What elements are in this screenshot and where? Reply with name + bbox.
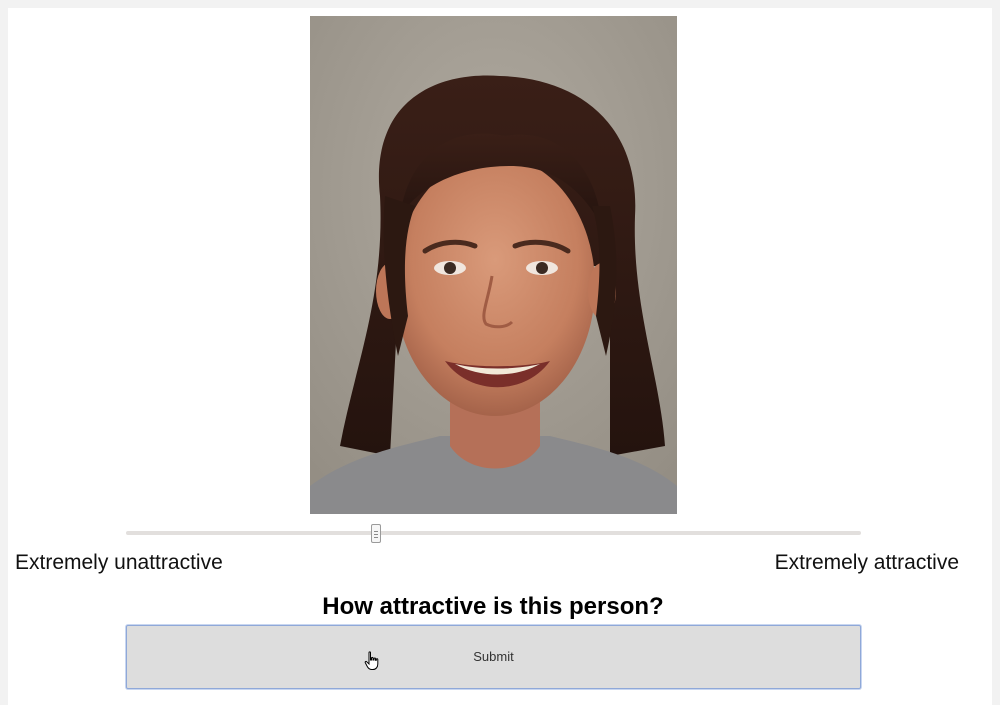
slider-thumb[interactable] bbox=[370, 524, 381, 543]
slider-max-label: Extremely attractive bbox=[774, 551, 959, 574]
submit-label: Submit bbox=[473, 649, 514, 664]
grip-line bbox=[373, 534, 378, 535]
grip-line bbox=[373, 531, 378, 532]
grip-line bbox=[373, 537, 378, 538]
slider-track[interactable] bbox=[126, 531, 861, 535]
hand-pointer-icon bbox=[364, 651, 379, 670]
page-background: Extremely unattractive Extremely attract… bbox=[0, 0, 1000, 705]
slider-min-label: Extremely unattractive bbox=[15, 551, 223, 574]
face-photo bbox=[310, 16, 677, 514]
submit-button[interactable]: Submit bbox=[126, 625, 861, 689]
rating-slider[interactable] bbox=[126, 524, 861, 544]
question-heading: How attractive is this person? bbox=[322, 593, 664, 620]
